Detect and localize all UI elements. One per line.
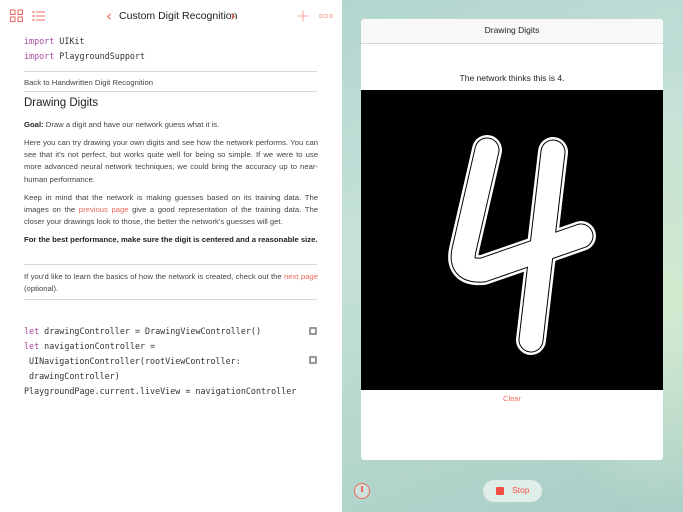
more-icon[interactable] (319, 9, 333, 23)
speed-gauge-icon[interactable] (354, 483, 370, 499)
guess-label: The network thinks this is 4. (459, 73, 565, 83)
stop-button[interactable]: Stop (483, 480, 542, 502)
add-icon[interactable] (296, 9, 310, 23)
code-line-import-uikit[interactable]: import UIKit (24, 33, 85, 49)
drawing-view-panel: Drawing Digits The network thinks this i… (361, 19, 663, 460)
drawn-digit-stroke (448, 135, 596, 355)
code-line-import-playground[interactable]: import PlaygroundSupport (24, 48, 145, 64)
paragraph-2: Keep in mind that the network is making … (24, 193, 318, 227)
live-view-area: Drawing Digits The network thinks this i… (342, 0, 683, 512)
paragraph-3: For the best performance, make sure the … (24, 235, 318, 244)
paragraph-4: If you'd like to learn the basics of how… (24, 272, 318, 294)
clear-button[interactable]: Clear (361, 394, 663, 403)
back-link[interactable]: Back to Handwritten Digit Recognition (24, 77, 318, 89)
divider (24, 71, 317, 72)
goal-text: Goal: Draw a digit and have our network … (24, 120, 220, 129)
code-line-drawing-controller[interactable]: let drawingController = DrawingViewContr… (24, 323, 261, 339)
list-icon[interactable] (32, 9, 46, 23)
previous-page-chevron-icon[interactable]: ‹ (103, 7, 115, 25)
code-line-continuation[interactable]: UINavigationController(rootViewControlle… (29, 353, 241, 369)
grid-icon[interactable] (10, 9, 24, 23)
code-line-continuation[interactable]: drawingController) (29, 368, 120, 384)
stop-icon (496, 487, 504, 495)
copy-icon[interactable] (309, 356, 317, 364)
paragraph-1: Here you can try drawing your own digits… (24, 138, 318, 184)
drawing-canvas[interactable] (361, 90, 663, 390)
stop-label: Stop (512, 485, 530, 495)
code-line-live-view[interactable]: PlaygroundPage.current.liveView = naviga… (24, 383, 296, 399)
divider (24, 91, 317, 92)
code-line-navigation-controller[interactable]: let navigationController = (24, 338, 155, 354)
copy-icon[interactable] (309, 327, 317, 335)
page-title: Custom Digit Recognition (119, 10, 238, 22)
section-heading: Drawing Digits (24, 97, 99, 109)
nav-title: Drawing Digits (484, 25, 540, 35)
next-page-chevron-icon[interactable]: › (227, 7, 239, 25)
divider (24, 299, 317, 300)
editor-toolbar: ‹ Custom Digit Recognition › (0, 0, 341, 32)
navigation-bar: Drawing Digits (361, 19, 663, 44)
playground-editor: ‹ Custom Digit Recognition › import UIKi… (0, 0, 341, 512)
divider (24, 264, 317, 265)
previous-page-link[interactable]: previous page (79, 205, 129, 214)
page-navigation: ‹ Custom Digit Recognition › (100, 7, 245, 25)
next-page-link[interactable]: next page (284, 272, 318, 281)
